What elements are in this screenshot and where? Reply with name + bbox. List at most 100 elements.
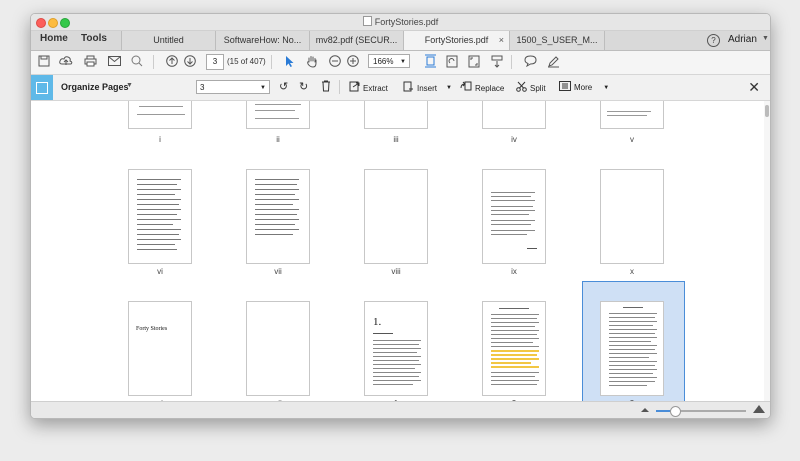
more-button[interactable]: More ▼: [559, 81, 609, 94]
nav-home[interactable]: Home: [40, 33, 68, 44]
delete-button[interactable]: [321, 80, 331, 95]
page-thumbnail[interactable]: [482, 301, 546, 396]
cloud-upload-icon[interactable]: [59, 54, 73, 68]
page-label: i: [159, 135, 161, 144]
organize-pages-icon[interactable]: [31, 75, 53, 100]
page-thumbnail[interactable]: [600, 101, 664, 129]
page-thumbnail[interactable]: 1.: [364, 301, 428, 396]
page-thumbnail[interactable]: [128, 101, 192, 129]
chevron-down-icon[interactable]: ▼: [603, 85, 609, 91]
page-label: x: [630, 267, 634, 276]
page-thumbnail[interactable]: [128, 169, 192, 264]
help-icon[interactable]: ?: [707, 34, 720, 47]
insert-label: Insert: [417, 83, 438, 93]
tab-untitled[interactable]: Untitled: [121, 31, 215, 50]
tab-label: mv82.pdf (SECUR...: [315, 35, 398, 45]
previous-page-icon[interactable]: [165, 54, 179, 68]
app-window: FortyStories.pdf Home Tools Untitled Sof…: [30, 13, 771, 419]
status-bar: [31, 401, 770, 418]
page-thumbnail[interactable]: [482, 101, 546, 129]
toolbar-divider: [511, 55, 512, 69]
replace-icon: [460, 81, 472, 95]
full-screen-icon[interactable]: [467, 54, 481, 68]
sign-pen-icon[interactable]: [546, 54, 560, 68]
tab-user-manual[interactable]: 1500_S_USER_M...: [509, 31, 605, 50]
zoom-out-icon[interactable]: [328, 54, 342, 68]
page-thumbnail[interactable]: Forty Stories: [128, 301, 192, 396]
select-cursor-icon[interactable]: [283, 54, 297, 68]
organize-pages-title[interactable]: Organize Pages: [61, 82, 129, 92]
page-label: iv: [511, 135, 517, 144]
comment-icon[interactable]: [523, 54, 537, 68]
nav-tools[interactable]: Tools: [81, 33, 107, 44]
tab-label: FortyStories.pdf: [424, 35, 489, 45]
tab-fortystories[interactable]: FortyStories.pdf ×: [403, 31, 509, 50]
insert-button[interactable]: Insert ▼: [403, 81, 452, 95]
scrolling-mode-icon[interactable]: [490, 54, 504, 68]
page-number-input[interactable]: 3: [206, 54, 224, 70]
fit-page-icon[interactable]: [423, 54, 437, 68]
search-icon[interactable]: [130, 54, 144, 68]
page-thumbnail[interactable]: [600, 169, 664, 264]
replace-button[interactable]: Replace: [460, 81, 504, 95]
title-bar: FortyStories.pdf: [31, 14, 770, 31]
zoom-level-select[interactable]: 166% ▼: [368, 54, 410, 68]
close-icon[interactable]: ✕: [748, 79, 760, 96]
extract-button[interactable]: Extract: [349, 81, 388, 95]
page-thumbnail[interactable]: [246, 301, 310, 396]
zoom-in-thumbnails-icon[interactable]: [753, 405, 765, 413]
zoom-in-icon[interactable]: [346, 54, 360, 68]
chevron-down-icon[interactable]: ▼: [126, 82, 133, 89]
email-icon[interactable]: [107, 54, 121, 68]
thumbnail-size-slider[interactable]: [656, 406, 746, 417]
vertical-scrollbar[interactable]: [764, 101, 770, 401]
scrollbar-thumb[interactable]: [765, 105, 769, 117]
more-options-icon: [559, 81, 571, 94]
page-label: vi: [157, 267, 163, 276]
tab-mv82[interactable]: mv82.pdf (SECUR...: [309, 31, 403, 50]
page-thumbnail[interactable]: [482, 169, 546, 264]
user-name[interactable]: Adrian: [728, 34, 757, 45]
chevron-down-icon[interactable]: ▼: [762, 35, 769, 42]
chevron-down-icon: ▼: [260, 85, 266, 91]
tab-label: Untitled: [153, 35, 184, 45]
page-thumbnail[interactable]: [364, 101, 428, 129]
replace-label: Replace: [475, 83, 505, 93]
trash-icon: [321, 80, 331, 95]
rotate-right-icon: ↻: [299, 81, 309, 93]
scissors-icon: [516, 81, 527, 95]
chevron-down-icon: ▼: [400, 59, 406, 65]
hand-tool-icon[interactable]: [305, 54, 319, 68]
tab-softwarehow[interactable]: SoftwareHow: No...: [215, 31, 309, 50]
page-thumbnail[interactable]: [246, 169, 310, 264]
split-button[interactable]: Split: [516, 81, 546, 95]
highlight-mark: [491, 362, 531, 364]
highlight-mark: [491, 354, 537, 356]
page-label: iii: [393, 135, 399, 144]
rotate-right-button[interactable]: ↻: [299, 80, 308, 93]
chevron-down-icon[interactable]: ▼: [446, 85, 452, 91]
next-page-icon[interactable]: [183, 54, 197, 68]
zoom-out-thumbnails-icon[interactable]: [641, 408, 649, 412]
highlight-mark: [491, 358, 539, 360]
page-range-select[interactable]: 3 ▼: [196, 80, 270, 94]
rotate-left-button[interactable]: ↺: [279, 80, 288, 93]
window-title-text: FortyStories.pdf: [374, 17, 439, 27]
organize-pages-toolbar: Organize Pages ▼ 3 ▼ ↺ ↻ Extract Insert ▼…: [31, 75, 770, 101]
page-thumbnail[interactable]: [364, 169, 428, 264]
highlight-mark: [491, 366, 539, 368]
page-label: v: [630, 135, 634, 144]
highlight-mark: [491, 350, 539, 352]
extract-label: Extract: [363, 83, 388, 93]
page-range-value: 3: [200, 83, 205, 92]
page-label: viii: [391, 267, 401, 276]
toolbar-divider: [271, 55, 272, 69]
page-thumbnail-selected[interactable]: [600, 301, 664, 396]
save-icon[interactable]: [37, 54, 51, 68]
chapter-number-text: 1.: [373, 316, 382, 328]
page-thumbnail[interactable]: [246, 101, 310, 129]
rotate-view-icon[interactable]: [445, 54, 459, 68]
tab-close-icon[interactable]: ×: [499, 31, 504, 50]
slider-handle[interactable]: [670, 406, 681, 417]
print-icon[interactable]: [83, 54, 97, 68]
